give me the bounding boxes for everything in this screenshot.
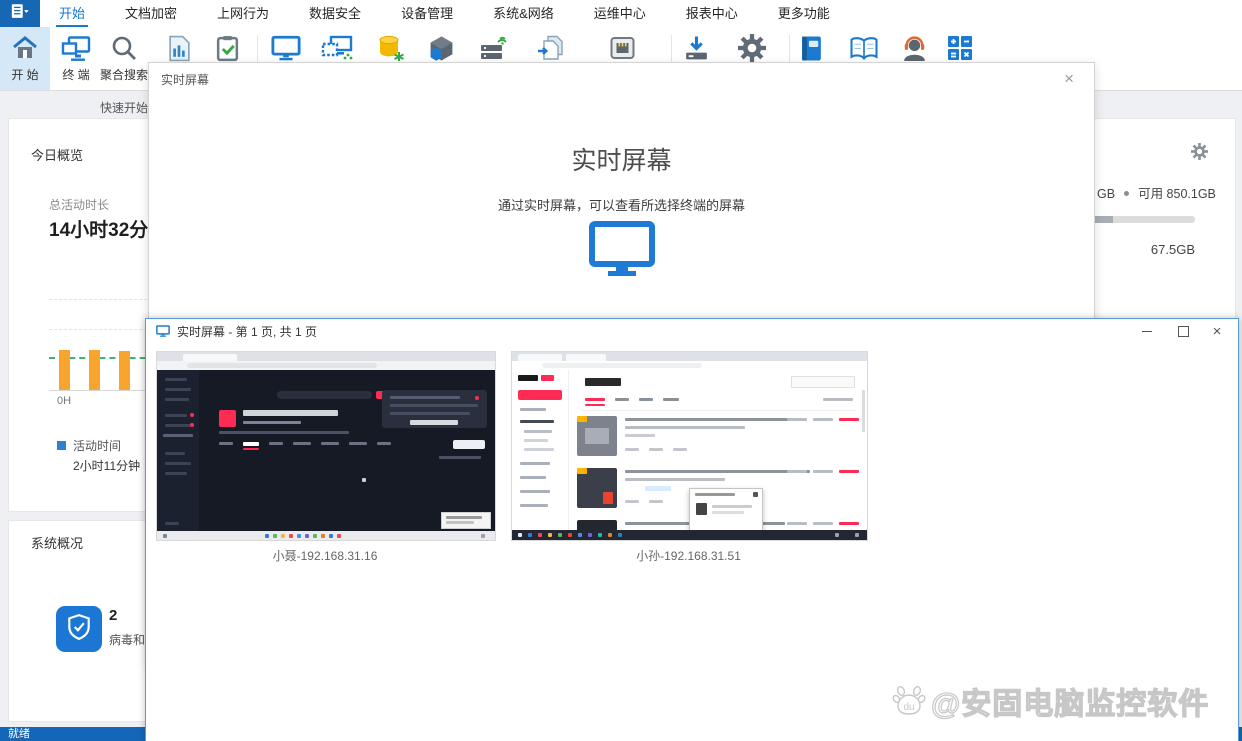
minimize-icon xyxy=(1142,331,1152,332)
browser-chrome xyxy=(512,352,867,361)
tab-system-network[interactable]: 系统&网络 xyxy=(490,0,557,27)
mini-popup xyxy=(441,512,491,529)
realtime-screen-viewer-window: 实时屏幕 - 第 1 页, 共 1 页 × xyxy=(145,318,1239,741)
ethernet-port-icon xyxy=(609,33,636,63)
watermark-text: @安固电脑监控软件 xyxy=(931,679,1209,723)
terminal-screenshot-2[interactable] xyxy=(511,351,868,541)
tab-ops-center[interactable]: 运维中心 xyxy=(591,0,649,27)
tab-device-management[interactable]: 设备管理 xyxy=(398,0,456,27)
activity-bar xyxy=(119,351,130,390)
baidu-paw-icon: du xyxy=(891,681,927,722)
legend-activity-time: 活动时间 xyxy=(57,437,121,454)
paw-du-text: du xyxy=(903,702,914,713)
terminal-name-1: 小聂-192.168.31.16 xyxy=(156,547,494,564)
settings-gear-icon[interactable] xyxy=(1191,143,1208,165)
legend-swatch xyxy=(57,441,66,450)
database-icon xyxy=(377,33,405,63)
browser-chrome xyxy=(157,352,495,361)
dialog-monitor-icon xyxy=(149,221,1094,277)
terminal-screenshot-1[interactable] xyxy=(156,351,496,541)
server-wifi-icon xyxy=(479,33,508,63)
overview-title: 今日概览 xyxy=(31,145,83,164)
tab-start[interactable]: 开始 xyxy=(56,0,88,27)
aggregate-search-button[interactable]: 聚合搜索 xyxy=(100,27,148,90)
download-icon xyxy=(683,33,710,63)
ribbon-tabs: 开始 文档加密 上网行为 数据安全 设备管理 系统&网络 运维中心 报表中心 更… xyxy=(56,0,833,27)
monitor-icon xyxy=(156,325,170,337)
security-tile[interactable] xyxy=(56,606,102,652)
report-document-icon xyxy=(168,33,191,63)
tab-document-encryption[interactable]: 文档加密 xyxy=(122,0,180,27)
video-thumbnail xyxy=(577,416,617,456)
x-axis-start-label: 0H xyxy=(57,395,71,407)
remote-monitors-icon xyxy=(321,33,353,63)
shield-check-icon xyxy=(66,613,92,646)
dialog-title: 实时屏幕 xyxy=(161,71,209,88)
cube-icon xyxy=(428,33,455,63)
headset-support-icon xyxy=(901,33,928,63)
maximize-button[interactable] xyxy=(1168,319,1198,343)
terminal-icon xyxy=(61,33,91,63)
clipboard-check-icon xyxy=(216,33,239,63)
quick-start-label: 快速开始 xyxy=(100,99,148,116)
threat-count: 2 xyxy=(109,607,117,624)
activity-bar xyxy=(59,350,70,390)
home-button[interactable]: 开 始 xyxy=(0,27,50,90)
notebook-icon xyxy=(799,33,824,63)
search-icon xyxy=(111,33,137,63)
tab-more-features[interactable]: 更多功能 xyxy=(775,0,833,27)
file-transfer-icon xyxy=(537,33,566,63)
app-menu-button[interactable] xyxy=(0,0,40,27)
screenshot-content xyxy=(512,370,867,530)
screenshot-content xyxy=(157,370,495,531)
mini-dialog xyxy=(689,488,763,536)
close-icon: × xyxy=(1213,323,1222,340)
viewer-title-bar[interactable]: 实时屏幕 - 第 1 页, 共 1 页 xyxy=(146,319,1238,343)
minimize-button[interactable] xyxy=(1132,319,1162,343)
disk-availability: GB可用 850.1GB xyxy=(1097,183,1216,202)
terminal-name-2: 小孙-192.168.31.51 xyxy=(511,547,866,564)
total-activity-label: 总活动时长 xyxy=(49,196,109,213)
status-text: 就绪 xyxy=(8,728,30,740)
taskbar xyxy=(512,530,867,540)
activity-bar xyxy=(89,350,100,390)
menu-bar: 开始 文档加密 上网行为 数据安全 设备管理 系统&网络 运维中心 报表中心 更… xyxy=(0,0,1242,28)
taskbar xyxy=(157,531,495,540)
maximize-icon xyxy=(1178,326,1189,337)
disk-used-value: 67.5GB xyxy=(1120,242,1195,257)
dialog-close-icon[interactable]: × xyxy=(1058,67,1080,91)
viewer-window-title: 实时屏幕 - 第 1 页, 共 1 页 xyxy=(177,323,317,340)
watermark: du @安固电脑监控软件 xyxy=(891,679,1209,723)
monitor-icon xyxy=(271,33,301,63)
calculator-icon xyxy=(947,33,973,63)
tab-report-center[interactable]: 报表中心 xyxy=(683,0,741,27)
bullet-dot xyxy=(1124,191,1129,196)
app-menu-icon xyxy=(10,3,30,25)
home-icon xyxy=(12,33,38,63)
open-book-icon xyxy=(849,33,879,63)
tab-data-security[interactable]: 数据安全 xyxy=(306,0,364,27)
dialog-description: 通过实时屏幕，可以查看所选择终端的屏幕 xyxy=(149,195,1094,214)
system-title: 系统概况 xyxy=(31,533,83,552)
gear-icon xyxy=(738,33,766,63)
video-thumbnail xyxy=(577,468,617,508)
legend-activity-value: 2小时11分钟 xyxy=(73,457,140,474)
browser-url-bar xyxy=(157,361,495,370)
terminal-button[interactable]: 终 端 xyxy=(56,27,96,90)
dialog-heading: 实时屏幕 xyxy=(149,141,1094,177)
app-window: 今日概览 总活动时长 14小时32分钟 0H 活动时间 2小时11分钟 系统概况… xyxy=(0,0,1242,741)
tab-internet-behavior[interactable]: 上网行为 xyxy=(214,0,272,27)
close-button[interactable]: × xyxy=(1202,319,1232,343)
